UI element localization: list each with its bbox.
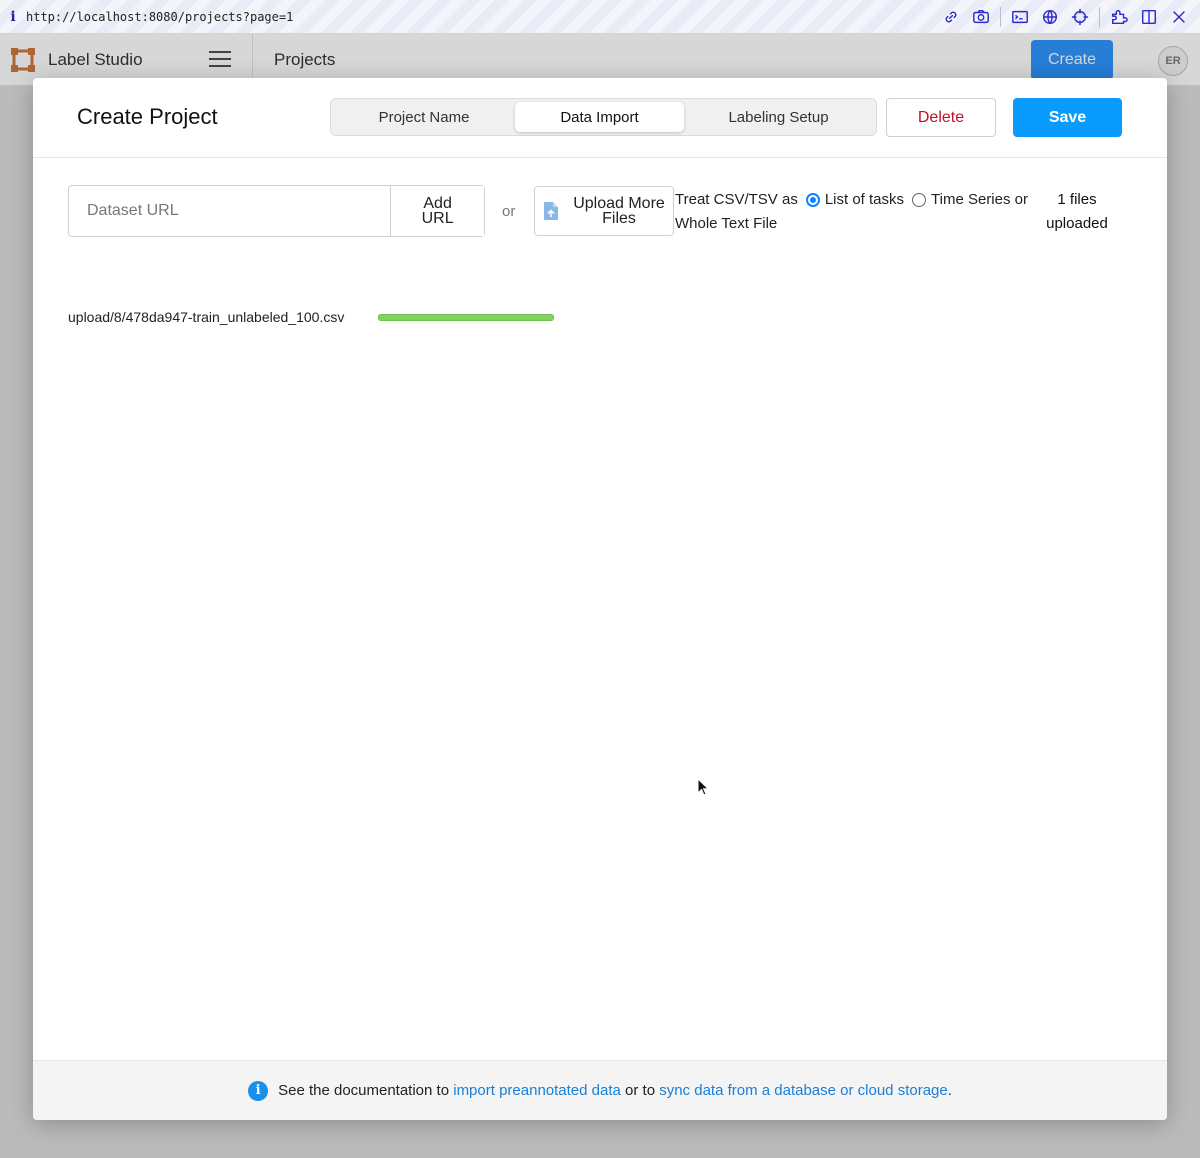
files-count-line1: 1 files <box>1057 191 1097 208</box>
mouse-cursor-icon <box>697 778 709 796</box>
import-preannotated-data-link[interactable]: import preannotated data <box>453 1082 621 1099</box>
extension-icon[interactable] <box>1104 0 1134 34</box>
tab-data-import[interactable]: Data Import <box>515 102 684 132</box>
crosshair-icon[interactable] <box>1065 0 1095 34</box>
upload-more-files-button[interactable]: Upload More Files <box>534 186 674 236</box>
step-tabs: Project Name Data Import Labeling Setup <box>330 98 877 136</box>
option-list-of-tasks-label[interactable]: List of tasks <box>825 188 904 212</box>
radio-time-series[interactable] <box>912 193 927 207</box>
option-time-series-label[interactable]: Time Series or <box>931 188 1028 212</box>
tab-project-name[interactable]: Project Name <box>334 102 514 132</box>
create-project-modal: Create Project Project Name Data Import … <box>33 78 1167 1120</box>
toolbar-divider <box>1000 7 1001 27</box>
tab-labeling-setup[interactable]: Labeling Setup <box>686 102 871 132</box>
toolbar-divider <box>1099 7 1100 27</box>
modal-title: Create Project <box>77 104 218 129</box>
browser-url-bar: i http://localhost:8080/projects?page=1 <box>0 0 1200 34</box>
files-uploaded-count: 1 files uploaded <box>1042 188 1112 236</box>
files-count-line2: uploaded <box>1046 215 1108 232</box>
close-icon[interactable] <box>1164 0 1194 34</box>
info-icon: i <box>248 1080 269 1101</box>
terminal-icon[interactable] <box>1005 0 1035 34</box>
camera-icon[interactable] <box>966 0 996 34</box>
modal-header: Create Project Project Name Data Import … <box>33 78 1167 158</box>
footer-text-2: or to <box>625 1082 656 1099</box>
globe-icon[interactable] <box>1035 0 1065 34</box>
dataset-url-group: Add URL <box>68 185 485 237</box>
file-upload-icon <box>544 202 558 220</box>
add-url-button[interactable]: Add URL <box>390 186 484 236</box>
info-icon[interactable]: i <box>0 9 26 25</box>
footer-text-3: . <box>947 1082 952 1099</box>
modal-footer: i See the documentation to import preann… <box>33 1060 1167 1120</box>
upload-progress-fill <box>378 313 555 321</box>
or-label: or <box>502 203 516 220</box>
dataset-url-input[interactable] <box>69 186 391 236</box>
option-whole-text-file-label: Whole Text File <box>675 215 778 232</box>
upload-label-line2: Files <box>602 210 636 227</box>
radio-list-of-tasks[interactable] <box>805 193 820 207</box>
footer-text-1: See the documentation to <box>278 1082 450 1099</box>
link-icon[interactable] <box>936 0 966 34</box>
url-text[interactable]: http://localhost:8080/projects?page=1 <box>26 10 293 24</box>
upload-progress-bar <box>378 313 555 321</box>
split-view-icon[interactable] <box>1134 0 1164 34</box>
sync-data-link[interactable]: sync data from a database or cloud stora… <box>659 1082 948 1099</box>
upload-label: Upload More Files <box>569 196 669 227</box>
csv-prefix-label: Treat CSV/TSV as <box>675 191 798 208</box>
browser-toolbar <box>936 0 1194 34</box>
uploaded-file-row: upload/8/478da947-train_unlabeled_100.cs… <box>68 309 555 325</box>
save-button[interactable]: Save <box>1013 98 1122 137</box>
add-url-label-line2: URL <box>421 210 454 227</box>
delete-button[interactable]: Delete <box>886 98 996 137</box>
file-name: upload/8/478da947-train_unlabeled_100.cs… <box>68 309 345 325</box>
